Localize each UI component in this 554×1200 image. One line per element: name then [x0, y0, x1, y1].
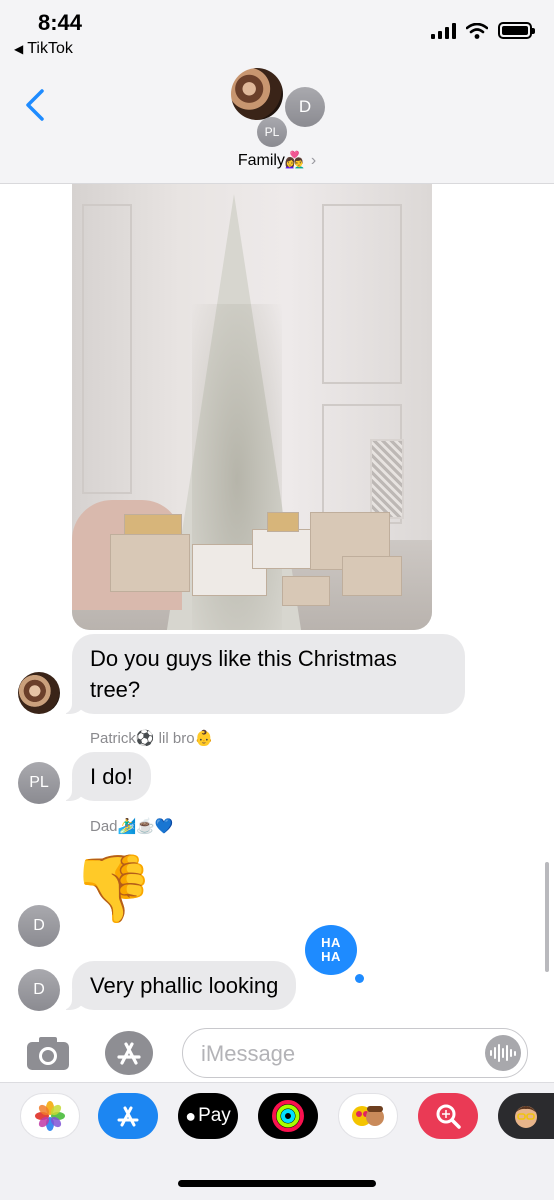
- haha-reaction-badge[interactable]: HA HA: [305, 925, 357, 975]
- wifi-icon: [466, 22, 488, 39]
- app-store-icon[interactable]: [98, 1093, 158, 1139]
- group-name[interactable]: Family👩‍❤️‍👨 ›: [0, 150, 554, 170]
- reaction-tail-dot: [355, 974, 364, 983]
- search-images-icon[interactable]: [418, 1093, 478, 1139]
- thumbs-down-emoji[interactable]: 👎: [72, 855, 154, 921]
- apple-pay-icon[interactable]: ● Pay: [178, 1093, 238, 1139]
- message-text: Do you guys like this Christmas tree?: [90, 646, 397, 702]
- back-chevron-icon[interactable]: [22, 88, 48, 122]
- back-triangle-icon: ◀: [14, 42, 24, 56]
- back-to-app-link[interactable]: ◀ TikTok: [14, 40, 73, 58]
- sender-avatar-d[interactable]: D: [18, 905, 60, 947]
- message-bubble[interactable]: Very phallic looking: [61, 961, 297, 1010]
- status-bar: 8:44 ◀ TikTok: [0, 0, 554, 64]
- apple-pay-label: Pay: [198, 1105, 231, 1126]
- input-bar: [0, 1020, 554, 1084]
- message-bubble[interactable]: I do!: [62, 752, 151, 801]
- status-time: 8:44: [38, 10, 83, 35]
- system-icons: [431, 22, 535, 39]
- cellular-signal-icon: [431, 22, 456, 39]
- group-name-label: Family👩‍❤️‍👨: [237, 152, 305, 169]
- app-store-apps-icon[interactable]: [104, 1030, 154, 1076]
- camera-icon[interactable]: [24, 1034, 72, 1074]
- sender-label: Dad🏄‍♂️☕️💙: [90, 818, 174, 835]
- back-app-label: TikTok: [27, 40, 73, 57]
- member-avatar-pl[interactable]: PL: [257, 117, 287, 147]
- memoji-icon[interactable]: [498, 1093, 554, 1139]
- message-input[interactable]: [201, 1039, 481, 1069]
- chevron-right-icon: ›: [310, 152, 317, 169]
- home-indicator[interactable]: [178, 1180, 376, 1187]
- sender-avatar-photo[interactable]: [18, 672, 60, 714]
- battery-icon: [498, 22, 535, 39]
- christmas-tree-photo[interactable]: [72, 184, 432, 630]
- radiator-vent: [370, 439, 404, 519]
- sender-label: Patrick⚽️ lil bro👶: [90, 730, 214, 747]
- message-text: I do!: [90, 764, 133, 789]
- member-avatar-d[interactable]: D: [285, 87, 325, 127]
- scroll-indicator[interactable]: [545, 862, 549, 972]
- message-field[interactable]: [182, 1028, 528, 1078]
- memoji-stickers-icon[interactable]: [338, 1093, 398, 1139]
- sender-avatar-pl[interactable]: PL: [18, 762, 60, 804]
- message-bubble[interactable]: Do you guys like this Christmas tree?: [62, 634, 465, 714]
- message-text: Very phallic looking: [90, 973, 279, 998]
- photos-icon[interactable]: [20, 1093, 80, 1139]
- audio-waveform-icon[interactable]: [485, 1035, 521, 1071]
- activity-icon[interactable]: [258, 1093, 318, 1139]
- group-avatar-photo[interactable]: [231, 68, 283, 120]
- sender-avatar-d[interactable]: D: [18, 969, 60, 1011]
